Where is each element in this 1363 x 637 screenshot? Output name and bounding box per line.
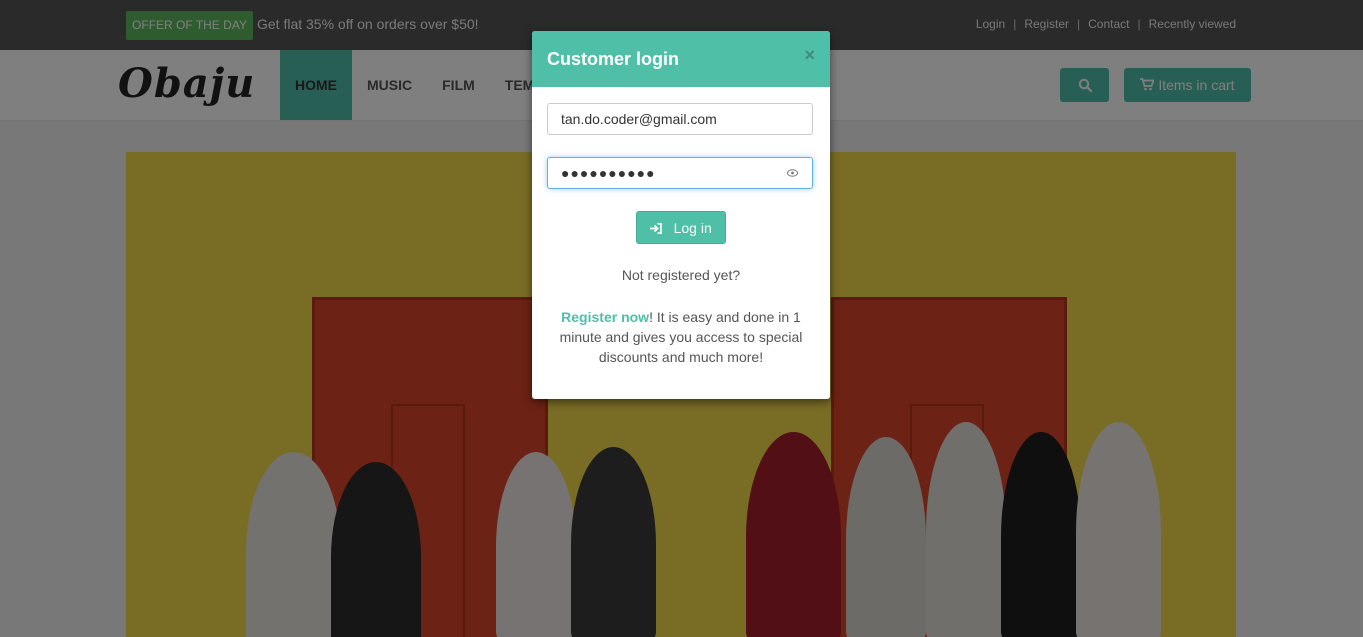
customer-login-modal: Customer login × tan.do.coder@gmail.com …: [532, 31, 830, 399]
modal-header: Customer login ×: [532, 31, 830, 87]
close-icon[interactable]: ×: [804, 45, 815, 66]
password-value: ●●●●●●●●●●: [561, 165, 656, 181]
email-field[interactable]: tan.do.coder@gmail.com: [547, 103, 813, 135]
password-field[interactable]: ●●●●●●●●●●: [547, 157, 813, 189]
register-now-link[interactable]: Register now: [561, 309, 649, 325]
register-text: Register now! It is easy and done in 1 m…: [550, 307, 812, 367]
eye-icon[interactable]: [787, 158, 798, 188]
login-button[interactable]: Log in: [636, 211, 726, 244]
not-registered-text: Not registered yet?: [621, 267, 741, 283]
login-label: Log in: [673, 220, 712, 236]
modal-title: Customer login: [547, 49, 680, 69]
sign-in-icon: [650, 222, 665, 236]
